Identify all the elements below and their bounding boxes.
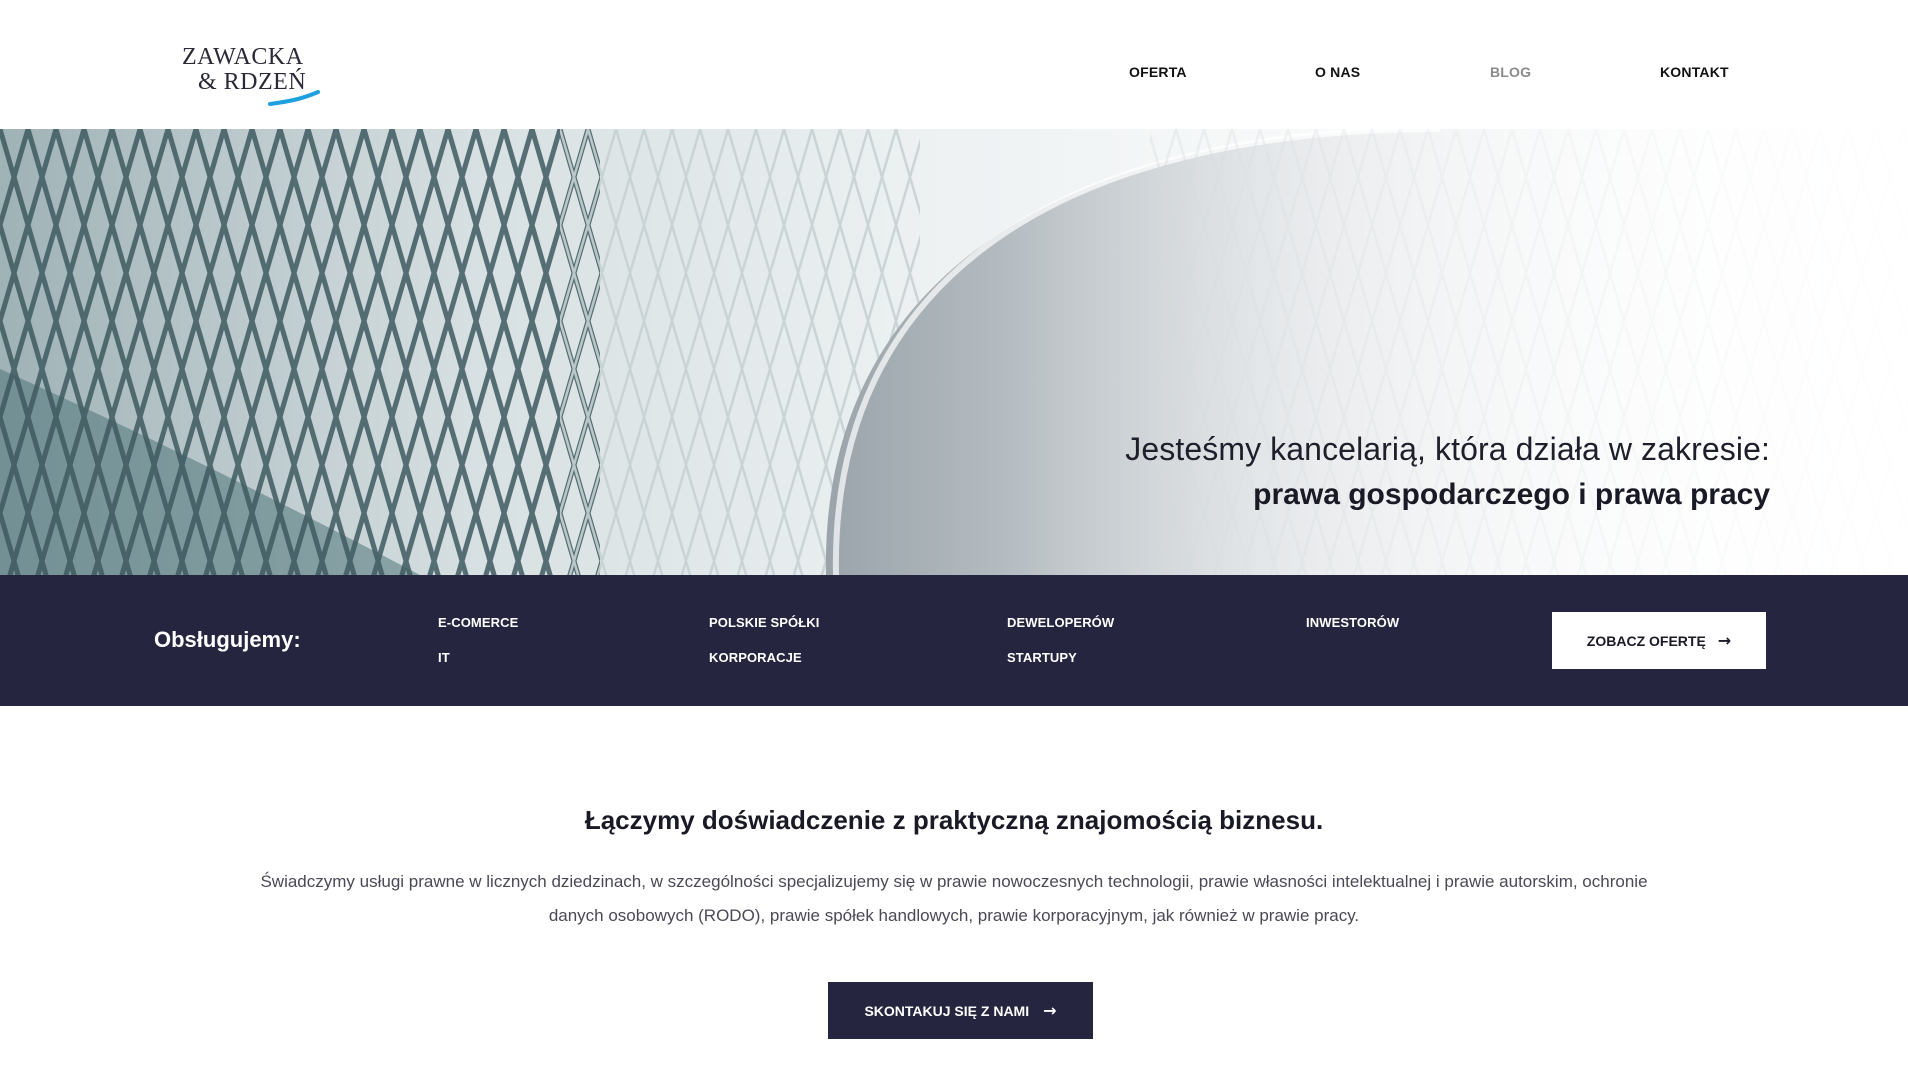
client-item-inwestorow: INWESTORÓW: [1306, 615, 1400, 630]
clients-label: Obsługujemy:: [154, 627, 301, 652]
clients-band: Obsługujemy: E-COMERCE IT POLSKIE SPÓŁKI…: [0, 575, 1908, 706]
contact-us-button[interactable]: SKONTAKUJ SIĘ Z NAMI →: [828, 982, 1093, 1039]
client-item-korporacje: KORPORACJE: [709, 650, 802, 665]
client-item-it: IT: [438, 650, 450, 665]
logo-swash-icon: [268, 90, 320, 106]
hero-heading-line2: prawa gospodarczego i prawa pracy: [1253, 478, 1770, 511]
about-title: Łączymy doświadczenie z praktyczną znajo…: [584, 805, 1324, 835]
logo-line1: ZAWACKA: [182, 44, 304, 70]
arrow-right-icon: →: [1717, 631, 1732, 650]
contact-us-label: SKONTAKUJ SIĘ Z NAMI: [864, 1002, 1030, 1019]
hero-heading-line1: Jesteśmy kancelarią, która działa w zakr…: [1125, 431, 1770, 467]
about-body: Świadczymy usługi prawne w licznych dzie…: [260, 872, 1648, 925]
nav-kontakt[interactable]: KONTAKT: [1660, 64, 1729, 84]
nav-o-nas[interactable]: O NAS: [1315, 64, 1360, 84]
nav-oferta[interactable]: OFERTA: [1129, 64, 1187, 84]
client-item-startupy: STARTUPY: [1007, 650, 1077, 665]
client-item-ecomerce: E-COMERCE: [438, 615, 519, 630]
logo[interactable]: ZAWACKA & RDZEŃ: [182, 44, 322, 110]
nav-blog[interactable]: BLOG: [1490, 64, 1531, 84]
see-offer-button[interactable]: ZOBACZ OFERTĘ →: [1552, 612, 1766, 669]
arrow-right-icon: →: [1043, 1001, 1057, 1020]
hero-banner: Jesteśmy kancelarią, która działa w zakr…: [0, 129, 1908, 575]
client-item-deweloperow: DEWELOPERÓW: [1007, 615, 1115, 630]
see-offer-label: ZOBACZ OFERTĘ: [1586, 632, 1706, 649]
site-header: ZAWACKA & RDZEŃ OFERTA O NAS BLOG KONTAK…: [0, 0, 1908, 129]
client-item-polskie-spolki: POLSKIE SPÓŁKI: [709, 615, 820, 630]
